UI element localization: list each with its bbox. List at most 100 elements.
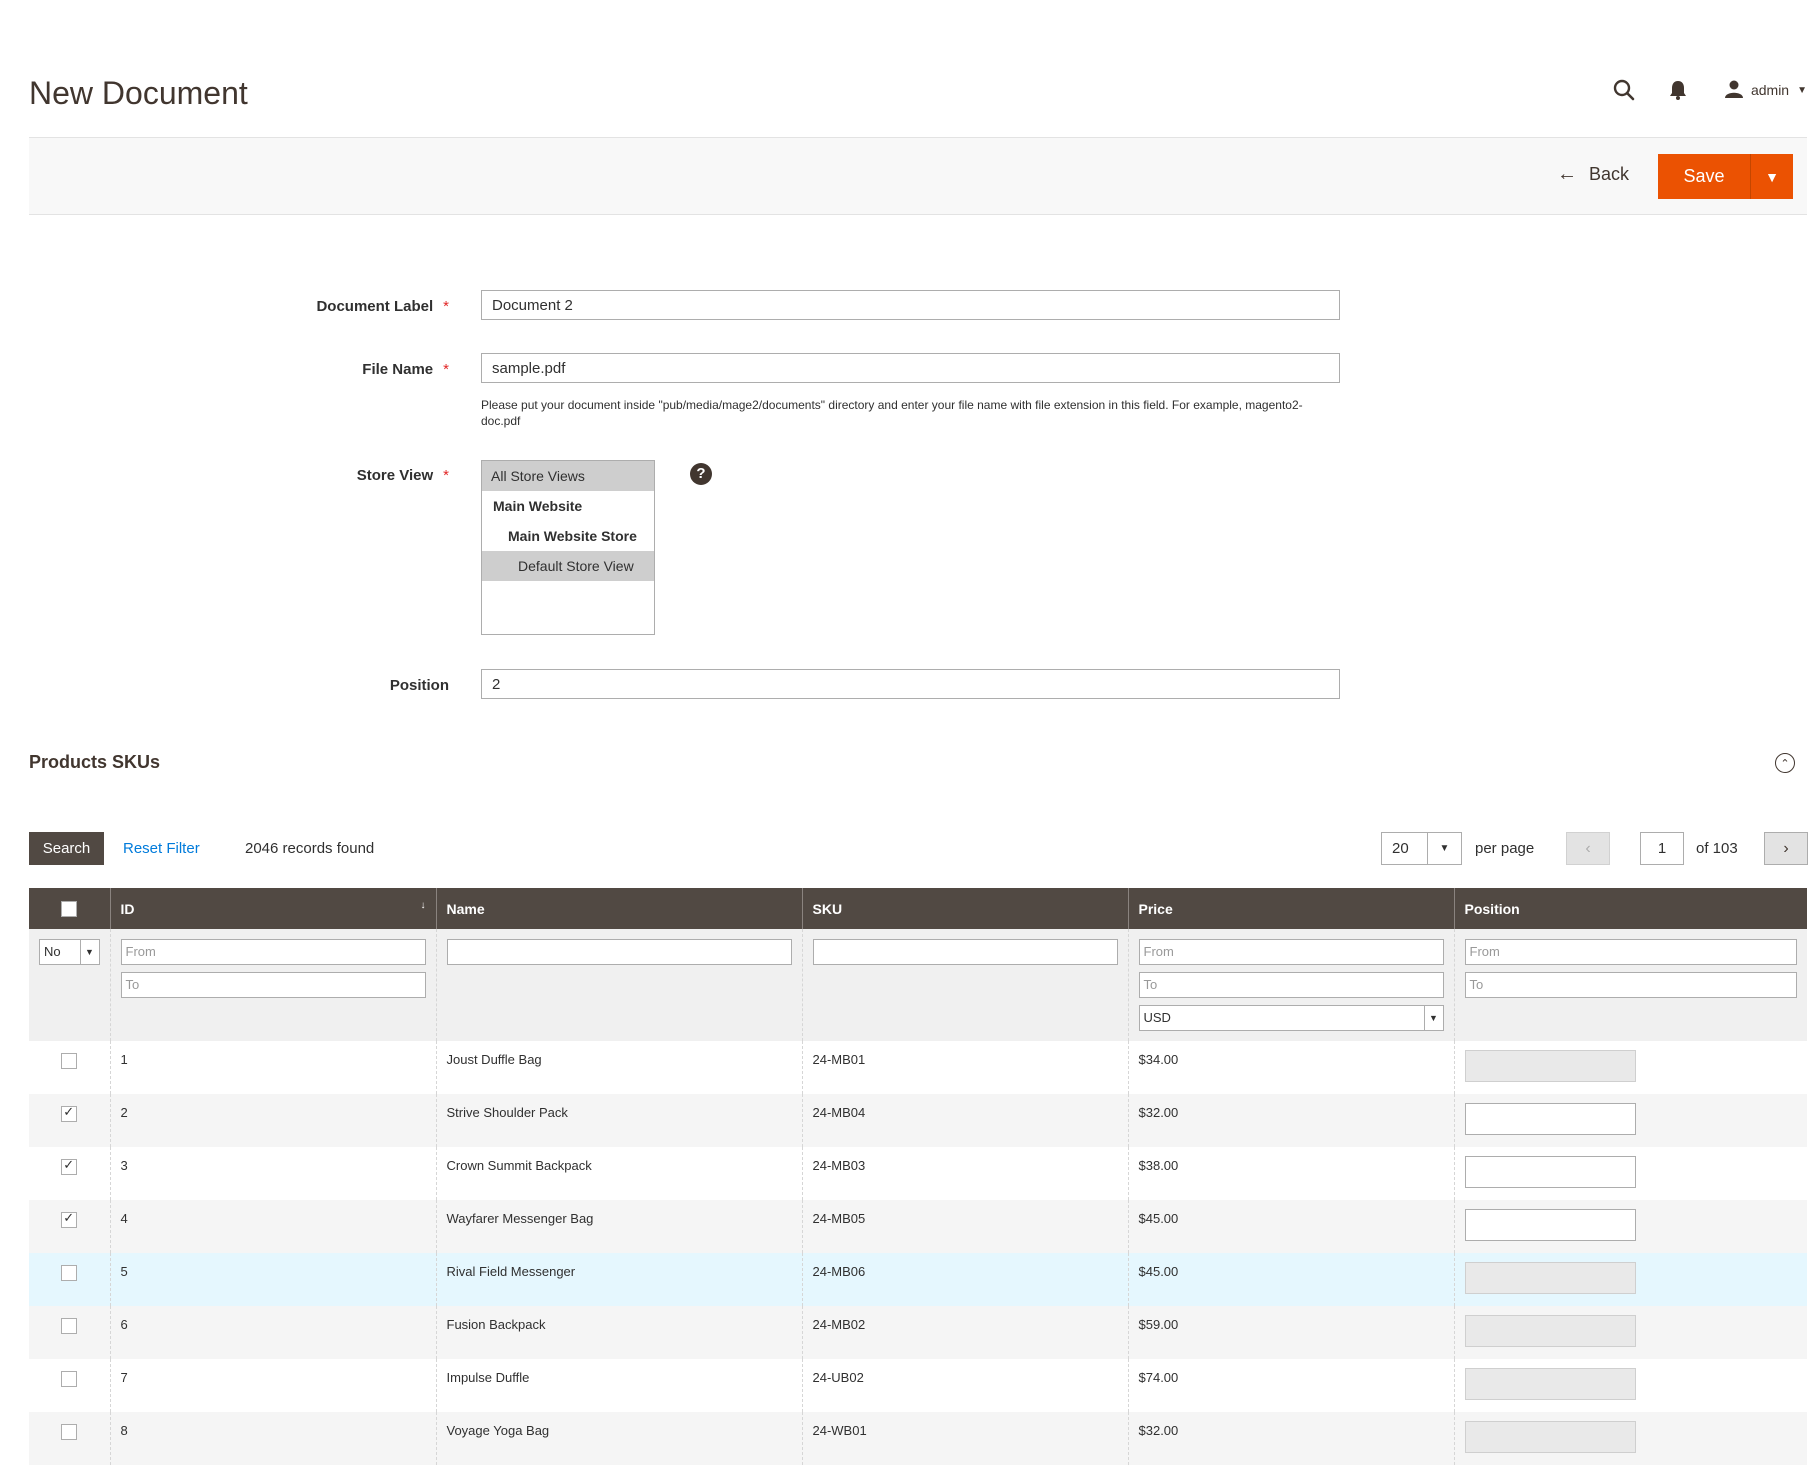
user-name: admin xyxy=(1750,82,1790,98)
position-input[interactable] xyxy=(1464,1421,1636,1453)
position-input[interactable] xyxy=(1464,1315,1636,1347)
position-label: Position xyxy=(389,677,449,694)
store-option-all[interactable]: All Store Views xyxy=(482,461,654,491)
user-menu[interactable]: admin ▼ xyxy=(1724,80,1807,101)
filter-in-products-cell: No ▼ xyxy=(29,929,110,1041)
chevron-up-icon[interactable]: ⌃ xyxy=(1775,753,1795,773)
id-from-input[interactable]: From xyxy=(120,939,426,965)
cell-sku: 24-MB01 xyxy=(801,1041,1128,1094)
file-name-input[interactable] xyxy=(481,353,1340,383)
sku-filter-input[interactable] xyxy=(812,939,1118,965)
cell-name: Voyage Yoga Bag xyxy=(435,1412,802,1465)
back-button[interactable]: ← Back xyxy=(1557,163,1629,186)
store-option-main-website[interactable]: Main Website xyxy=(482,491,654,521)
position-from-input[interactable]: From xyxy=(1464,939,1797,965)
position-input[interactable] xyxy=(481,669,1340,699)
in-products-filter-select[interactable]: No ▼ xyxy=(39,939,100,965)
table-row[interactable]: 6 Fusion Backpack 24-MB02 $59.00 xyxy=(29,1306,1807,1359)
cell-price: $34.00 xyxy=(1127,1041,1454,1094)
per-page-select[interactable]: 20 ▼ xyxy=(1381,832,1462,865)
header-actions: admin ▼ xyxy=(1583,75,1807,105)
row-checkbox[interactable] xyxy=(61,1210,78,1228)
name-filter-input[interactable] xyxy=(446,939,792,965)
filter-price-cell: From To USD ▼ xyxy=(1127,929,1454,1041)
search-button[interactable]: Search xyxy=(29,832,104,865)
price-from-input[interactable]: From xyxy=(1138,939,1444,965)
bell-icon[interactable] xyxy=(1665,77,1691,103)
position-input[interactable] xyxy=(1464,1103,1636,1135)
required-mark: * xyxy=(443,298,449,315)
chevron-left-icon: ‹ xyxy=(1585,839,1591,857)
cell-name: Crown Summit Backpack xyxy=(435,1147,802,1200)
chevron-down-icon: ▼ xyxy=(1797,84,1807,96)
previous-page-button[interactable]: ‹ xyxy=(1566,832,1610,865)
column-header-sku[interactable]: SKU xyxy=(801,888,1128,929)
cell-id: 6 xyxy=(109,1306,436,1359)
column-header-name[interactable]: Name xyxy=(435,888,802,929)
cell-price: $32.00 xyxy=(1127,1412,1454,1465)
select-all-checkbox[interactable] xyxy=(61,901,78,918)
position-input[interactable] xyxy=(1464,1209,1636,1241)
cell-price: $74.00 xyxy=(1127,1359,1454,1412)
page-number-input[interactable]: 1 xyxy=(1640,832,1684,865)
column-header-position[interactable]: Position xyxy=(1453,888,1807,929)
position-input[interactable] xyxy=(1464,1156,1636,1188)
table-row[interactable]: 5 Rival Field Messenger 24-MB06 $45.00 xyxy=(29,1253,1807,1306)
cell-name: Impulse Duffle xyxy=(435,1359,802,1412)
position-to-input[interactable]: To xyxy=(1464,972,1797,998)
row-checkbox[interactable] xyxy=(61,1053,78,1069)
store-view-label: Store View * xyxy=(356,467,449,484)
table-row[interactable]: 2 Strive Shoulder Pack 24-MB04 $32.00 xyxy=(29,1094,1807,1147)
next-page-button[interactable]: › xyxy=(1764,832,1808,865)
cell-name: Wayfarer Messenger Bag xyxy=(435,1200,802,1253)
store-option-main-website-store[interactable]: Main Website Store xyxy=(482,521,654,551)
position-input[interactable] xyxy=(1464,1050,1636,1082)
save-options-toggle[interactable]: ▼ xyxy=(1750,154,1793,199)
table-row[interactable]: 8 Voyage Yoga Bag 24-WB01 $32.00 xyxy=(29,1412,1807,1465)
row-checkbox[interactable] xyxy=(61,1424,78,1440)
row-checkbox[interactable] xyxy=(61,1157,78,1175)
filter-id-cell: From To xyxy=(109,929,436,1041)
column-header-price[interactable]: Price xyxy=(1127,888,1454,929)
filter-name-cell xyxy=(435,929,802,1041)
row-checkbox[interactable] xyxy=(61,1104,78,1122)
document-label-input[interactable] xyxy=(481,290,1340,320)
id-to-input[interactable]: To xyxy=(120,972,426,998)
chevron-right-icon: › xyxy=(1783,839,1789,857)
table-row[interactable]: 3 Crown Summit Backpack 24-MB03 $38.00 xyxy=(29,1147,1807,1200)
help-icon[interactable]: ? xyxy=(690,463,712,485)
position-input[interactable] xyxy=(1464,1368,1636,1400)
cell-sku: 24-MB06 xyxy=(801,1253,1128,1306)
column-header-id[interactable]: ID ↓ xyxy=(109,888,436,929)
cell-price: $38.00 xyxy=(1127,1147,1454,1200)
row-checkbox[interactable] xyxy=(61,1265,78,1281)
price-to-input[interactable]: To xyxy=(1138,972,1444,998)
cell-id: 7 xyxy=(109,1359,436,1412)
grid-header-row: ID ↓ Name SKU Price Position xyxy=(29,888,1807,929)
cell-sku: 24-WB01 xyxy=(801,1412,1128,1465)
select-all-header[interactable] xyxy=(29,888,110,929)
arrow-left-icon: ← xyxy=(1556,163,1577,185)
row-checkbox[interactable] xyxy=(61,1318,78,1334)
save-button[interactable]: Save xyxy=(1658,154,1750,199)
cell-price: $45.00 xyxy=(1127,1200,1454,1253)
cell-sku: 24-MB04 xyxy=(801,1094,1128,1147)
save-button-group: Save ▼ xyxy=(1658,154,1793,199)
cell-sku: 24-MB02 xyxy=(801,1306,1128,1359)
reset-filter-link[interactable]: Reset Filter xyxy=(123,840,200,857)
store-option-default-store-view[interactable]: Default Store View xyxy=(482,551,654,581)
cell-id: 3 xyxy=(109,1147,436,1200)
required-mark: * xyxy=(443,361,449,378)
store-view-multiselect[interactable]: All Store Views Main Website Main Websit… xyxy=(481,460,655,635)
search-icon[interactable] xyxy=(1611,77,1637,103)
file-name-note: Please put your document inside "pub/med… xyxy=(481,398,1303,428)
file-name-label: File Name * xyxy=(362,361,449,378)
row-checkbox[interactable] xyxy=(61,1371,78,1387)
per-page-value: 20 xyxy=(1392,840,1409,857)
table-row[interactable]: 4 Wayfarer Messenger Bag 24-MB05 $45.00 xyxy=(29,1200,1807,1253)
chevron-down-icon: ▼ xyxy=(79,940,99,964)
position-input[interactable] xyxy=(1464,1262,1636,1294)
currency-select[interactable]: USD ▼ xyxy=(1138,1005,1444,1031)
table-row[interactable]: 7 Impulse Duffle 24-UB02 $74.00 xyxy=(29,1359,1807,1412)
table-row[interactable]: 1 Joust Duffle Bag 24-MB01 $34.00 xyxy=(29,1041,1807,1094)
